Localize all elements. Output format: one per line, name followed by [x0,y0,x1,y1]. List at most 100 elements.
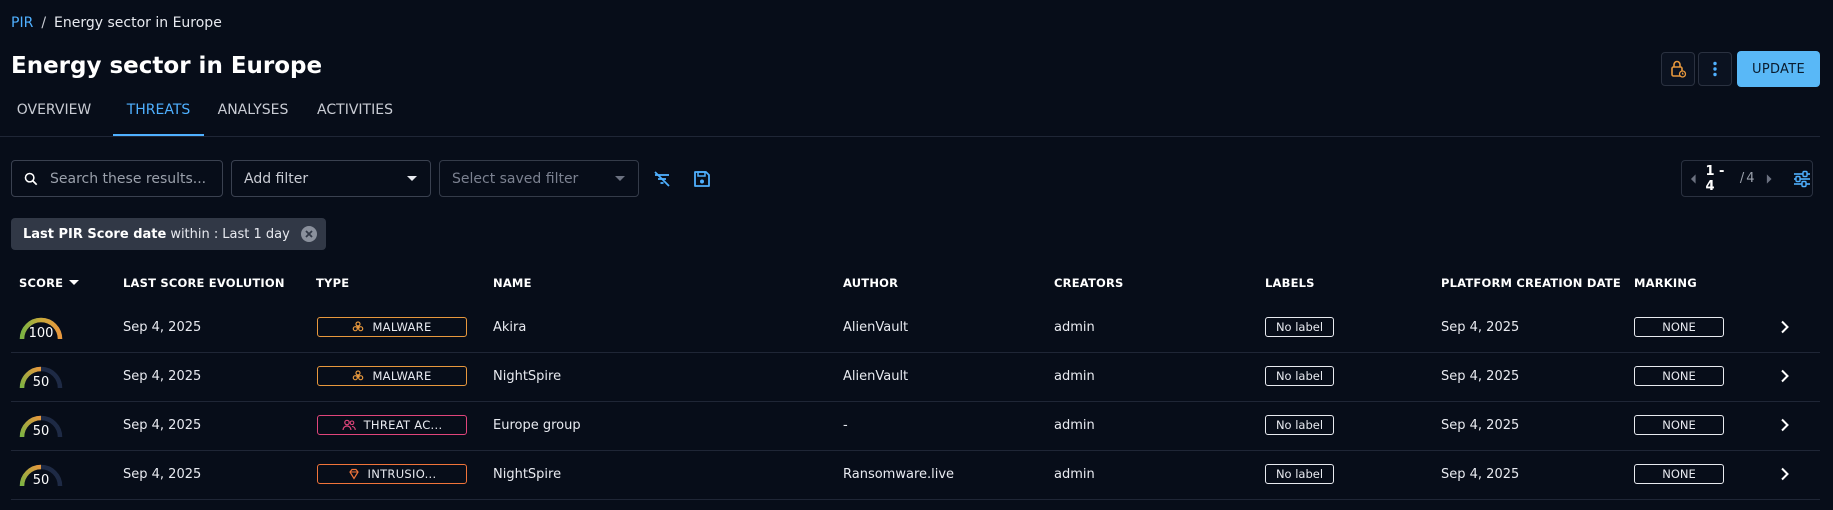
type-badge: MALWARE [317,366,467,386]
score-value: 100 [28,326,54,341]
diamond-icon [348,468,359,480]
search-icon [24,172,38,185]
column-header-score[interactable]: SCORE [19,276,80,290]
column-header-labels[interactable]: LABELS [1265,276,1315,290]
search-input[interactable] [48,169,222,188]
creator: admin [1054,417,1095,433]
column-header-score-label: SCORE [19,276,64,290]
table-row[interactable]: 50 Sep 4, 2025 INTRUSIO... NightSpire Ra… [11,450,1820,500]
pagination: 1 - 4 / 4 [1681,160,1813,197]
chevron-right-icon [1781,369,1789,383]
pagination-separator: / [1739,171,1745,186]
label-badge: No label [1265,415,1334,435]
add-filter-label: Add filter [244,170,309,187]
author: AlienVault [843,368,909,384]
type-cell: INTRUSIO... [317,450,467,498]
column-header-name[interactable]: NAME [493,276,532,290]
add-filter-select[interactable]: Add filter [231,160,431,197]
sort-desc-icon [69,280,80,285]
score-cell: 100 [17,303,65,351]
sliders-icon [1794,170,1810,187]
row-open-button[interactable] [1780,450,1790,498]
page-title: Energy sector in Europe [11,53,323,79]
filter-operator: within : [170,226,219,242]
score-gauge: 50 [17,405,65,445]
type-cell: MALWARE [317,352,467,400]
column-header-creators[interactable]: CREATORS [1054,276,1124,290]
chevron-left-icon[interactable] [1690,173,1697,185]
marking-badge: NONE [1634,415,1724,435]
breadcrumb-separator: / [41,15,47,31]
row-open-button[interactable] [1780,401,1790,449]
biohazard-icon [353,321,364,332]
marking-cell: NONE [1634,303,1724,351]
platform-creation-date: Sep 4, 2025 [1441,417,1520,433]
breadcrumb-link-pir[interactable]: PIR [11,15,33,31]
tab-threats[interactable]: THREATS [113,96,204,136]
marking-cell: NONE [1634,401,1724,449]
table-row[interactable]: 100 Sep 4, 2025 MALWARE Akira AlienVault… [11,303,1820,353]
score-value: 50 [32,473,50,488]
saved-filter-placeholder: Select saved filter [452,170,579,187]
score-cell: 50 [17,352,65,400]
lock-icon [1671,60,1687,78]
search-field [11,160,223,197]
breadcrumb: PIR / Energy sector in Europe [11,15,222,31]
column-header-platform-creation-date[interactable]: PLATFORM CREATION DATE [1441,276,1621,290]
pagination-total: 4 [1746,171,1755,186]
save-filter-button[interactable] [689,166,715,192]
tab-overview[interactable]: OVERVIEW [11,96,97,136]
tab-bar: OVERVIEW THREATS ANALYSES ACTIVITIES [0,96,1820,137]
lock-button[interactable] [1661,52,1695,86]
score-gauge: 50 [17,356,65,396]
column-header-author[interactable]: AUTHOR [843,276,898,290]
saved-filter-select[interactable]: Select saved filter [439,160,639,197]
score-gauge: 100 [17,307,65,347]
platform-creation-date: Sep 4, 2025 [1441,368,1520,384]
marking-badge: NONE [1634,317,1724,337]
row-open-button[interactable] [1780,303,1790,351]
update-button[interactable]: UPDATE [1737,51,1820,87]
close-circle-icon[interactable] [300,225,318,243]
tab-analyses[interactable]: ANALYSES [212,96,294,136]
filter-value: Last 1 day [222,226,290,242]
last-score-evolution: Sep 4, 2025 [123,319,202,335]
filter-off-icon [654,171,670,187]
marking-cell: NONE [1634,352,1724,400]
more-vertical-icon [1713,61,1717,77]
column-header-marking[interactable]: MARKING [1634,276,1697,290]
marking-badge: NONE [1634,366,1724,386]
labels-cell: No label [1265,401,1334,449]
column-header-last-score-evolution[interactable]: LAST SCORE EVOLUTION [123,276,285,290]
caret-down-icon [615,175,625,181]
table-settings-button[interactable] [1792,169,1812,189]
table-row[interactable]: 50 Sep 4, 2025 THREAT AC... Europe group… [11,401,1820,451]
last-score-evolution: Sep 4, 2025 [123,466,202,482]
label-badge: No label [1265,366,1334,386]
tab-activities[interactable]: ACTIVITIES [310,96,400,136]
creator: admin [1054,368,1095,384]
breadcrumb-current: Energy sector in Europe [54,15,222,31]
author: AlienVault [843,319,909,335]
creator: admin [1054,466,1095,482]
chevron-right-icon[interactable] [1765,173,1772,185]
biohazard-icon [353,370,364,381]
entity-name: NightSpire [493,368,562,384]
pagination-range: 1 - 4 [1705,163,1725,194]
clear-filters-button[interactable] [649,166,675,192]
table-row[interactable]: 50 Sep 4, 2025 MALWARE NightSpire AlienV… [11,352,1820,402]
active-filter-chip[interactable]: Last PIR Score date within : Last 1 day [11,218,326,250]
more-menu-button[interactable] [1698,52,1732,86]
type-label: INTRUSIO... [367,467,437,481]
column-header-type[interactable]: TYPE [316,276,349,290]
filter-key: Last PIR Score date [23,226,167,242]
author: - [843,417,848,433]
marking-badge: NONE [1634,464,1724,484]
platform-creation-date: Sep 4, 2025 [1441,466,1520,482]
last-score-evolution: Sep 4, 2025 [123,368,202,384]
marking-cell: NONE [1634,450,1724,498]
score-value: 50 [32,375,50,390]
chevron-right-icon [1781,418,1789,432]
caret-down-icon [407,175,417,181]
row-open-button[interactable] [1780,352,1790,400]
